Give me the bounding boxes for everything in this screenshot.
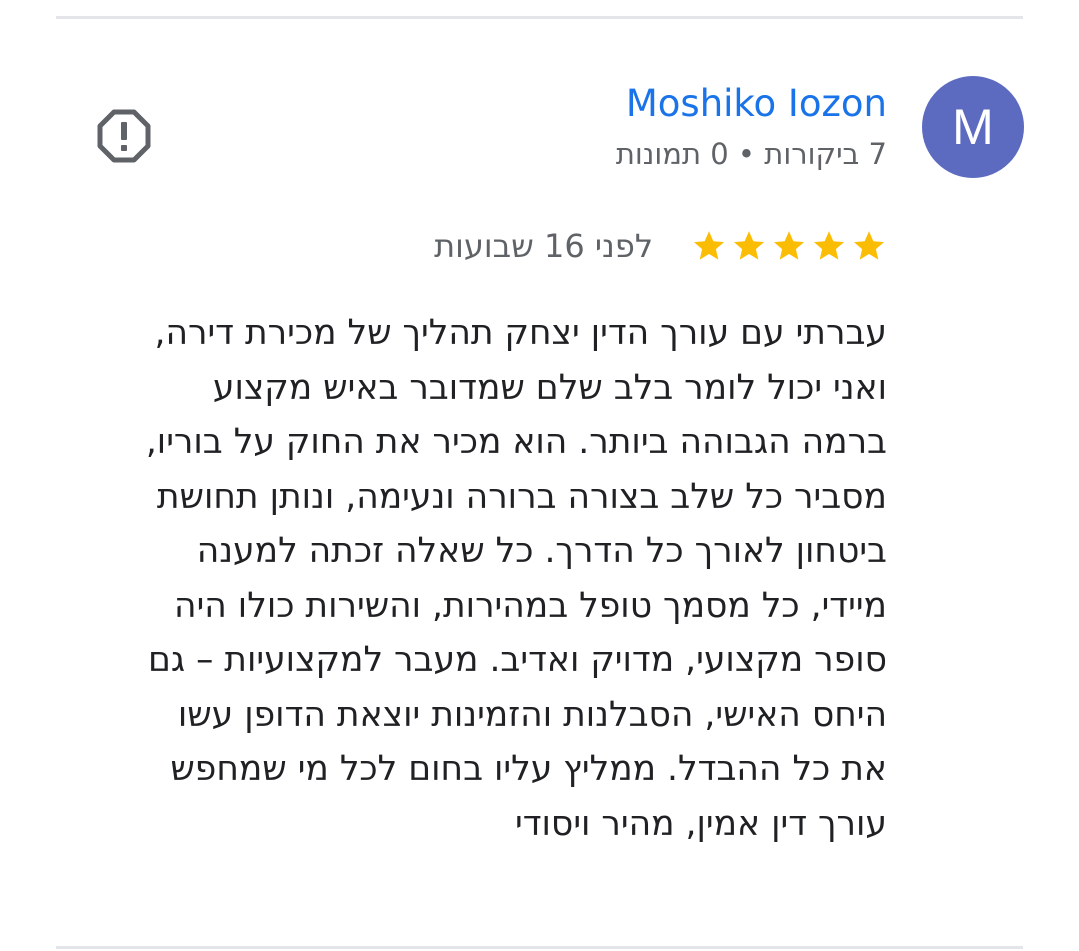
reviewer-name-link[interactable]: Moshiko Iozon — [626, 82, 887, 125]
star-icon — [814, 231, 844, 260]
bottom-divider — [56, 946, 1023, 949]
review-text-line: סופר מקצועי, מדויק ואדיב. מעבר למקצועיות… — [148, 640, 887, 680]
review-text-line: עברתי עם עורך הדין יצחק תהליך של מכירת ד… — [154, 313, 887, 353]
top-divider — [56, 16, 1023, 19]
star-rating — [691, 228, 887, 264]
review-text-line: ברמה הגבוהה ביותר. הוא מכיר את החוק על ב… — [145, 422, 887, 462]
report-flag-octagon-icon — [97, 109, 151, 163]
review-text-line: את כל ההבדל. ממליץ עליו בחום לכל מי שמחפ… — [170, 749, 887, 789]
review-text-line: ביטחון לאורך כל הדרך. כל שאלה זכתה למענה — [196, 531, 887, 571]
rating-row: לפני 16 שבועות — [434, 224, 887, 268]
star-icon — [774, 231, 804, 260]
review-text: עברתי עם עורך הדין יצחק תהליך של מכירת ד… — [63, 306, 887, 851]
report-review-icon[interactable] — [96, 108, 152, 164]
star-icon — [694, 231, 724, 260]
review-text-line: מיידי, כל מסמך טופל במהירות, והשירות כול… — [174, 585, 887, 626]
star-icon — [854, 231, 884, 260]
reviewer-stats: 7 ביקורות • 0 תמונות — [615, 137, 887, 171]
review-text-line: ואני יכול לומר בלב שלם שמדובר באיש מקצוע — [212, 367, 887, 408]
review-date: לפני 16 שבועות — [434, 227, 653, 265]
review-text-line: היחס האישי, הסבלנות והזמינות יוצאת הדופן… — [177, 694, 887, 735]
review-text-line: עורך דין אמין, מהיר ויסודי — [514, 803, 887, 844]
avatar[interactable]: M — [922, 76, 1024, 178]
review-text-line: מסביר כל שלב בצורה ברורה ונעימה, ונותן ת… — [156, 476, 887, 517]
avatar-letter: M — [952, 99, 994, 155]
star-icon — [734, 231, 764, 260]
